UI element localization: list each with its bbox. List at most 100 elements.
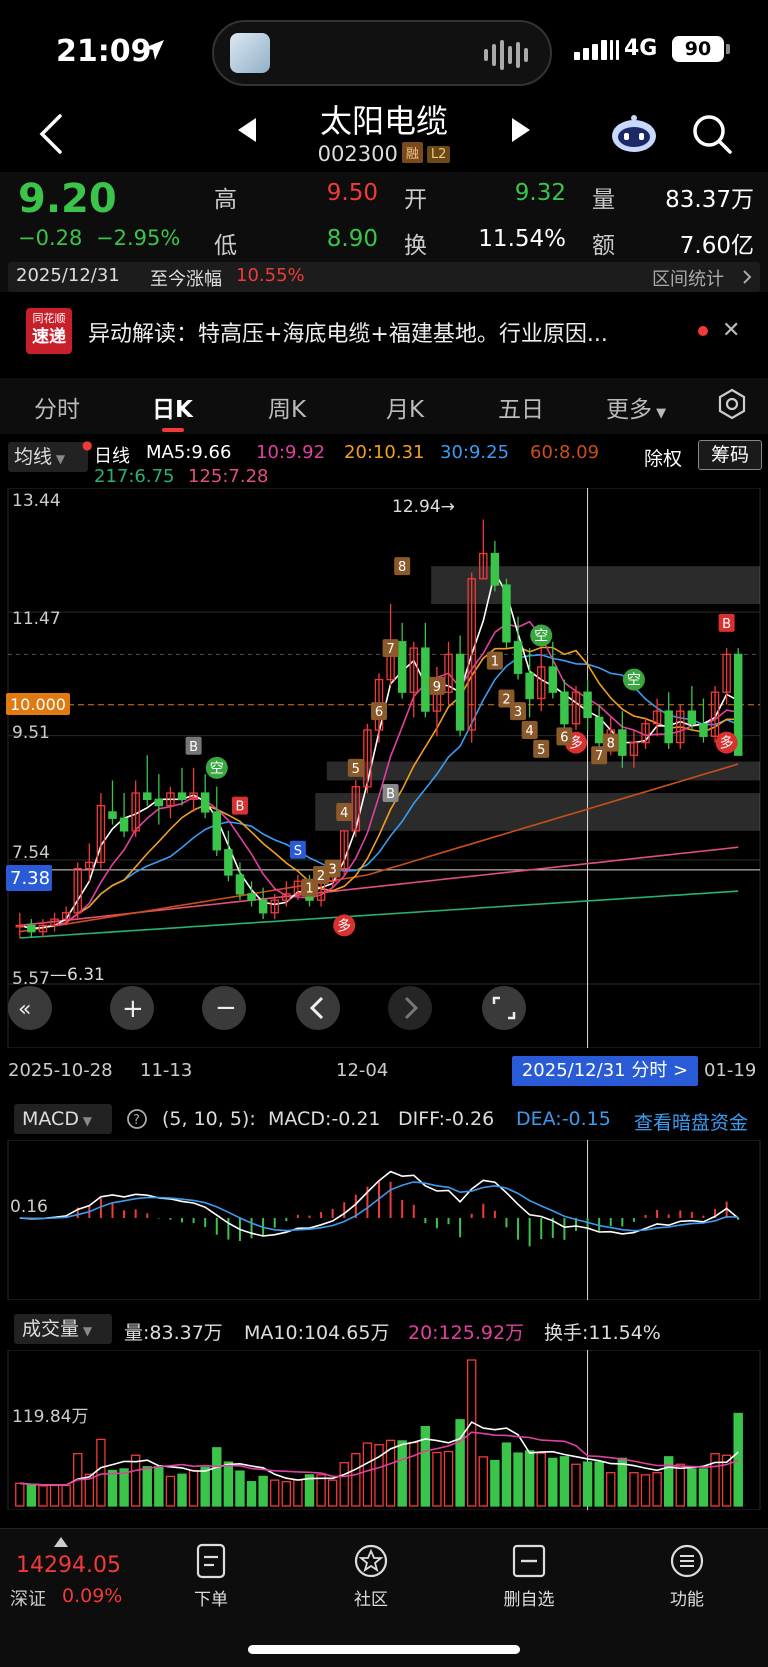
- battery-tip: [726, 44, 730, 54]
- fullscreen-icon[interactable]: [482, 986, 526, 1030]
- volume-bar: [15, 1482, 25, 1507]
- tab-five-day[interactable]: 五日: [498, 390, 544, 424]
- candle: [710, 685, 720, 743]
- volume-bar: [594, 1461, 604, 1507]
- nine-turn-count: 3: [324, 859, 341, 878]
- x-tick-2: 11-13: [140, 1060, 193, 1081]
- since-label: 至今涨幅: [150, 269, 222, 290]
- volume-legend: 成交量 ▼ 量:83.37万 MA10:104.65万 20:125.92万 换…: [0, 1312, 768, 1352]
- tab-more[interactable]: 更多 ▼: [606, 390, 666, 424]
- volume-bar: [582, 1461, 593, 1507]
- community-button[interactable]: 社区: [326, 1543, 416, 1610]
- pan-right-icon[interactable]: [388, 986, 432, 1030]
- candle-body: [618, 729, 627, 756]
- short-signal: 空: [622, 668, 645, 691]
- remove-watchlist-button[interactable]: 删自选: [484, 1543, 574, 1610]
- tab-monthly[interactable]: 月K: [386, 390, 424, 424]
- indicator-selector[interactable]: 均线 ▼: [8, 442, 88, 472]
- chip-distribution-button[interactable]: 筹码: [698, 440, 762, 470]
- nine-turn-count: 6: [556, 727, 573, 746]
- next-stock-icon[interactable]: [512, 118, 530, 142]
- candle-body: [664, 710, 673, 744]
- tab-intraday[interactable]: 分时: [34, 390, 80, 424]
- volume-bar: [362, 1442, 373, 1507]
- macd-legend: MACD ▼ ? (5, 10, 5): MACD:-0.21 DIFF:-0.…: [0, 1104, 768, 1142]
- volume-bar: [455, 1419, 465, 1507]
- nine-turn-count: 8: [602, 733, 619, 752]
- volume-bar: [524, 1450, 535, 1507]
- low-marker: —6.31: [50, 965, 105, 985]
- candle: [96, 793, 106, 869]
- close-icon[interactable]: ✕: [722, 318, 740, 343]
- long-signal-text: 多: [337, 917, 351, 934]
- volume-bar: [629, 1472, 639, 1507]
- buy-signal-text: B: [722, 617, 731, 632]
- candle: [212, 786, 222, 857]
- candle-body: [548, 666, 558, 693]
- pan-left-icon[interactable]: [296, 986, 340, 1030]
- news-text[interactable]: 异动解读：特高压+海底电缆+福建基地。行业原因...: [88, 316, 608, 348]
- nine-turn-count-text: 2: [317, 869, 325, 884]
- candle: [618, 711, 627, 768]
- candle: [166, 786, 175, 819]
- candle: [363, 723, 372, 794]
- news-ticker[interactable]: 同花顺 速递 异动解读：特高压+海底电缆+福建基地。行业原因...: [0, 302, 768, 364]
- kline-chart[interactable]: B空BS多空空多 多B12 345678912345678B 13.44 11.47…: [0, 488, 768, 1048]
- volume-ma10: MA10:104.65万: [244, 1322, 390, 1344]
- high-label: 高: [214, 187, 237, 213]
- volume-turnover: 换手:11.54%: [544, 1322, 661, 1344]
- index-value[interactable]: 14294.05: [16, 1553, 121, 1578]
- volume-bar: [154, 1466, 164, 1507]
- tab-daily[interactable]: 日K: [152, 390, 193, 424]
- volume-bars: [7, 1350, 761, 1510]
- search-icon[interactable]: [690, 112, 734, 156]
- dynamic-island[interactable]: [212, 20, 552, 86]
- range-stats-link[interactable]: 区间统计: [652, 265, 724, 291]
- unread-dot: [698, 326, 708, 336]
- macd-chart[interactable]: 0.16: [0, 1140, 768, 1300]
- volume-bar: [96, 1438, 106, 1507]
- amount-label: 额: [592, 233, 615, 259]
- high-value: 9.50: [326, 180, 378, 206]
- volume-selector[interactable]: 成交量 ▼: [14, 1314, 112, 1344]
- tab-underline: [162, 428, 184, 432]
- range-bar[interactable]: 2025/12/31 至今涨幅 10.55% 区间统计: [8, 262, 760, 292]
- candle-body: [212, 811, 222, 851]
- order-button[interactable]: 下单: [166, 1543, 256, 1610]
- volume-bar: [351, 1453, 361, 1507]
- long-signal: 多: [333, 914, 356, 937]
- functions-button[interactable]: 功能: [642, 1543, 732, 1610]
- volume-bar: [490, 1459, 500, 1507]
- help-icon[interactable]: ?: [126, 1108, 148, 1130]
- candle: [525, 648, 534, 718]
- volume-chart[interactable]: 119.84万: [0, 1350, 768, 1510]
- ai-robot-icon[interactable]: [610, 114, 658, 154]
- intraday-detail-button[interactable]: 2025/12/31 分时 >: [512, 1056, 698, 1086]
- nine-turn-count-text: 9: [433, 680, 441, 695]
- range-date: 2025/12/31: [16, 265, 120, 286]
- adjust-toggle[interactable]: 除权: [644, 444, 682, 471]
- volume-bar: [559, 1456, 570, 1507]
- candle-body: [490, 552, 500, 586]
- candle: [490, 540, 500, 592]
- volume-bar: [663, 1456, 674, 1507]
- settings-hexagon-icon[interactable]: [716, 388, 748, 420]
- macd-selector[interactable]: MACD ▼: [14, 1104, 112, 1134]
- volume-bar: [212, 1447, 222, 1507]
- volume-bar: [327, 1479, 338, 1507]
- nine-turn-count: 4: [521, 721, 538, 740]
- volume-level: 119.84万: [12, 1407, 88, 1427]
- candle-body: [525, 672, 534, 700]
- tab-weekly[interactable]: 周K: [268, 390, 306, 424]
- resistance-zone: [431, 566, 760, 604]
- period-tabs: 分时 日K 周K 月K 五日 更多 ▼: [0, 378, 768, 434]
- candle-body: [594, 716, 604, 744]
- macd-params: (5, 10, 5):: [162, 1108, 256, 1130]
- volume-bar: [409, 1441, 419, 1507]
- macd-frame: [7, 1140, 761, 1300]
- remove-icon: [512, 1544, 546, 1578]
- volume-bar: [501, 1442, 512, 1507]
- volume-bar: [733, 1412, 743, 1507]
- dark-pool-link[interactable]: 查看暗盘资金: [634, 1108, 748, 1135]
- candle-body: [224, 849, 233, 876]
